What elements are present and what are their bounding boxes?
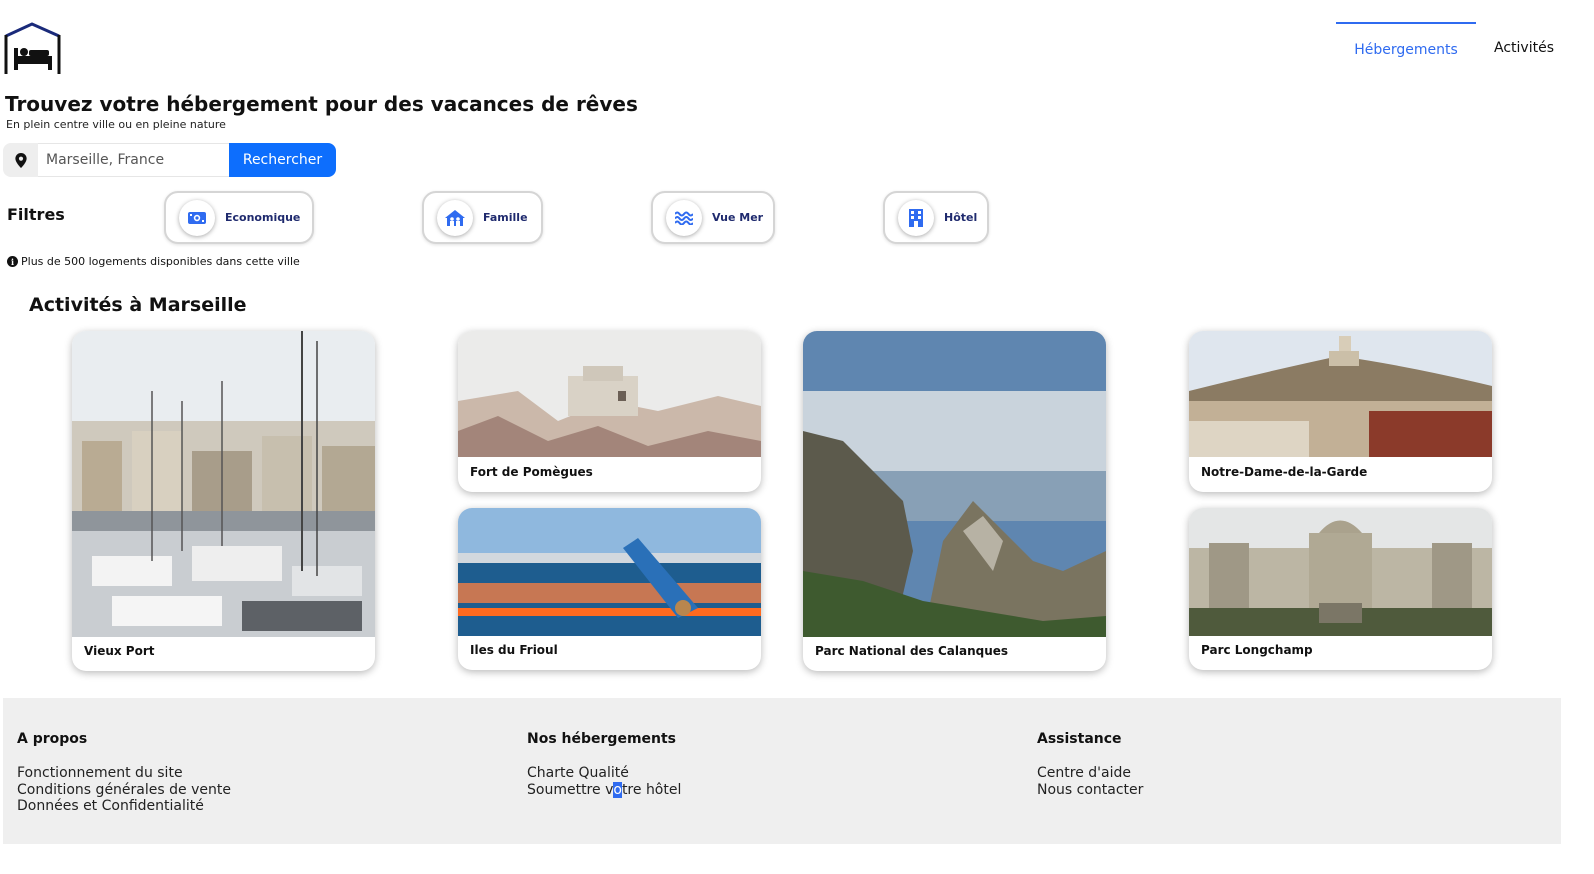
filter-label: Vue Mer [712, 211, 764, 224]
footer-link-centre-aide[interactable]: Centre d'aide [1037, 765, 1143, 782]
card-label: Fort de Pomègues [470, 465, 593, 479]
footer-heading: Assistance [1037, 731, 1122, 747]
filters-label: Filtres [7, 205, 65, 224]
page-subtitle: En plein centre ville ou en pleine natur… [6, 118, 226, 131]
main-nav: Hébergements Activités [1336, 22, 1572, 62]
footer-link-fonctionnement[interactable]: Fonctionnement du site [17, 765, 231, 782]
info-icon: i [7, 256, 18, 267]
link-text-before: Soumettre v [527, 781, 614, 798]
activity-card-notre-dame[interactable]: Notre-Dame-de-la-Garde [1189, 331, 1492, 492]
fort-de-pomegues-image [458, 331, 761, 457]
activity-card-vieux-port[interactable]: Vieux Port [72, 331, 375, 671]
card-label: Notre-Dame-de-la-Garde [1201, 465, 1368, 479]
vieux-port-image [72, 331, 375, 637]
footer-heading: Nos hébergements [527, 731, 677, 747]
footer-link-confidentialite[interactable]: Données et Confidentialité [17, 798, 231, 815]
footer-link-contact[interactable]: Nous contacter [1037, 782, 1143, 799]
footer-column-a-propos: A propos Fonctionnement du site Conditio… [17, 731, 231, 815]
availability-info: i Plus de 500 logements disponibles dans… [7, 255, 300, 268]
page-title: Trouvez votre hébergement pour des vacan… [5, 92, 638, 116]
footer-column-hebergements: Nos hébergements Charte Qualité Soumettr… [527, 731, 681, 798]
family-home-icon [437, 199, 473, 236]
calanques-image [803, 331, 1106, 637]
search-bar: Rechercher [3, 143, 336, 177]
nav-activites[interactable]: Activités [1476, 22, 1572, 62]
logo[interactable] [4, 22, 61, 74]
footer: A propos Fonctionnement du site Conditio… [3, 698, 1561, 844]
filter-label: Hôtel [944, 211, 978, 224]
search-button[interactable]: Rechercher [229, 143, 336, 177]
hotel-building-icon [898, 199, 934, 236]
activity-card-parc-longchamp[interactable]: Parc Longchamp [1189, 508, 1492, 670]
filter-label: Famille [483, 211, 528, 224]
availability-text: Plus de 500 logements disponibles dans c… [21, 255, 300, 268]
location-pin-icon [3, 143, 38, 177]
iles-du-frioul-image [458, 508, 761, 636]
card-label: Parc National des Calanques [815, 644, 1009, 658]
nav-hebergements[interactable]: Hébergements [1336, 22, 1477, 62]
filter-label: Economique [225, 211, 301, 224]
search-input[interactable] [38, 143, 229, 177]
money-icon [179, 199, 215, 236]
activity-card-iles-du-frioul[interactable]: Iles du Frioul [458, 508, 761, 670]
activities-title: Activités à Marseille [29, 294, 247, 316]
activity-card-calanques[interactable]: Parc National des Calanques [803, 331, 1106, 671]
footer-column-assistance: Assistance Centre d'aide Nous contacter [1037, 731, 1143, 798]
filter-famille[interactable]: Famille [422, 191, 543, 244]
text-selection: o [613, 781, 622, 798]
notre-dame-image [1189, 331, 1492, 457]
footer-link-charte[interactable]: Charte Qualité [527, 765, 681, 782]
activity-card-fort-de-pomegues[interactable]: Fort de Pomègues [458, 331, 761, 492]
hotel-bed-icon [4, 22, 61, 74]
footer-link-soumettre[interactable]: Soumettre votre hôtel [527, 781, 682, 799]
card-label: Parc Longchamp [1201, 643, 1313, 657]
footer-link-cgv[interactable]: Conditions générales de vente [17, 782, 231, 799]
filter-economique[interactable]: Economique [164, 191, 314, 244]
filter-vue-mer[interactable]: Vue Mer [651, 191, 775, 244]
link-text-after: tre hôtel [621, 781, 682, 798]
filter-hotel[interactable]: Hôtel [883, 191, 989, 244]
card-label: Iles du Frioul [470, 643, 558, 657]
footer-heading: A propos [17, 731, 88, 747]
parc-longchamp-image [1189, 508, 1492, 636]
card-label: Vieux Port [84, 644, 155, 658]
waves-icon [666, 199, 702, 236]
